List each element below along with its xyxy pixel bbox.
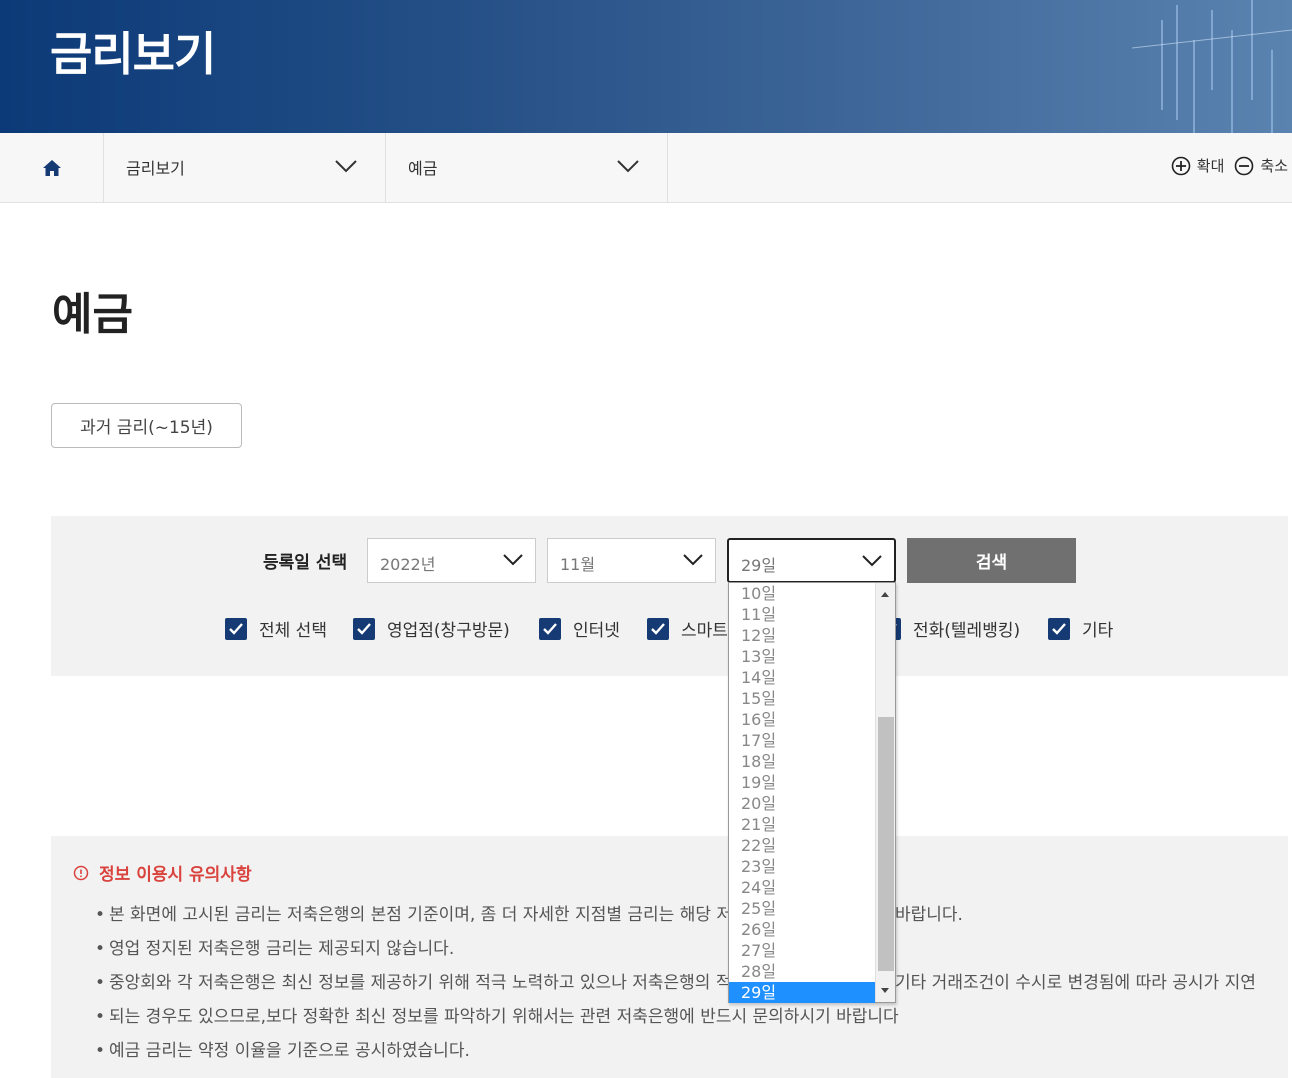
checkbox-checked-icon (353, 617, 375, 640)
day-option[interactable]: 25일 (729, 898, 875, 919)
zoom-out-button[interactable]: 축소 (1234, 155, 1288, 176)
day-option[interactable]: 20일 (729, 793, 875, 814)
checkbox-label: 기타 (1082, 621, 1114, 641)
notice-item-tail: 바랍니다. (895, 905, 963, 925)
checkbox-label: 스마트 (681, 621, 728, 641)
day-option[interactable]: 16일 (729, 709, 875, 730)
day-option[interactable]: 24일 (729, 877, 875, 898)
day-option[interactable]: 17일 (729, 730, 875, 751)
checkbox-internet[interactable]: 인터넷 (539, 616, 620, 641)
month-select-value: 11월 (560, 555, 596, 574)
zoom-tools: 확대 축소 (1161, 155, 1288, 176)
home-button[interactable] (0, 133, 104, 202)
past-rates-button[interactable]: 과거 금리(~15년) (51, 403, 242, 448)
chevron-down-icon (862, 555, 882, 567)
zoom-in-button[interactable]: 확대 (1171, 155, 1225, 176)
scroll-down-icon[interactable] (881, 988, 889, 993)
day-option[interactable]: 11일 (729, 604, 875, 625)
notice-title: 정보 이용시 유의사항 (73, 860, 252, 885)
checkbox-branch[interactable]: 영업점(창구방문) (353, 616, 510, 641)
checkbox-checked-icon (225, 617, 247, 640)
day-options: 10일 11일 12일 13일 14일 15일 16일 17일 18일 19일 … (729, 583, 875, 1003)
day-option[interactable]: 18일 (729, 751, 875, 772)
day-option[interactable]: 10일 (729, 583, 875, 604)
day-select-value: 29일 (741, 556, 777, 575)
chevron-down-icon (617, 160, 639, 173)
day-option[interactable]: 27일 (729, 940, 875, 961)
zoom-out-label: 축소 (1260, 157, 1288, 175)
nav-menu-deposit[interactable]: 예금 (386, 133, 668, 202)
plus-circle-icon (1171, 156, 1191, 175)
info-icon (73, 865, 89, 880)
dropdown-scrollbar[interactable] (875, 583, 895, 1002)
banner-title: 금리보기 (50, 27, 216, 81)
day-select[interactable]: 29일 (727, 538, 896, 583)
chart-decoration-icon (1132, 0, 1292, 133)
page-title: 예금 (52, 289, 133, 340)
day-option[interactable]: 14일 (729, 667, 875, 688)
checkbox-all[interactable]: 전체 선택 (225, 616, 327, 641)
search-panel: 등록일 선택 2022년 11월 29일 검색 전체 선택 영업점(창구방문) … (51, 516, 1288, 676)
notice-item-continued: 되는 경우도 있으므로,보다 정확한 최신 정보를 파악하기 위해서는 관련 저… (95, 1000, 1265, 1034)
chevron-down-icon (503, 554, 523, 566)
chevron-down-icon (683, 554, 703, 566)
chevron-down-icon (335, 160, 357, 173)
checkbox-checked-icon (539, 617, 561, 640)
minus-circle-icon (1235, 156, 1254, 175)
breadcrumb-nav: 금리보기 예금 확대 축소 (0, 133, 1292, 203)
checkbox-checked-icon (1048, 617, 1070, 640)
home-icon (42, 159, 61, 176)
day-option[interactable]: 13일 (729, 646, 875, 667)
day-option-selected[interactable]: 29일 (729, 982, 875, 1003)
scroll-up-icon[interactable] (881, 592, 889, 597)
checkbox-label: 전체 선택 (259, 621, 327, 641)
notice-item: 예금 금리는 약정 이율을 기준으로 공시하였습니다. (95, 1034, 1265, 1068)
notice-item: 본 화면에 고시된 금리는 저축은행의 본점 기준이며, 좀 더 자세한 지점별… (95, 898, 1265, 932)
checkbox-label: 전화(텔레뱅킹) (913, 621, 1021, 641)
day-dropdown-list[interactable]: 10일 11일 12일 13일 14일 15일 16일 17일 18일 19일 … (728, 582, 896, 1003)
checkbox-label: 인터넷 (573, 621, 620, 641)
checkbox-phone[interactable]: 전화(텔레뱅킹) (879, 616, 1020, 641)
day-option[interactable]: 26일 (729, 919, 875, 940)
nav-menu-deposit-label: 예금 (408, 159, 438, 178)
day-option[interactable]: 28일 (729, 961, 875, 982)
notice-item: 영업 정지된 저축은행 금리는 제공되지 않습니다. (95, 932, 1265, 966)
nav-menu-rates[interactable]: 금리보기 (104, 133, 386, 202)
day-option[interactable]: 15일 (729, 688, 875, 709)
notice-panel: 정보 이용시 유의사항 본 화면에 고시된 금리는 저축은행의 본점 기준이며,… (51, 836, 1288, 1078)
registration-date-label: 등록일 선택 (263, 553, 348, 573)
day-option[interactable]: 22일 (729, 835, 875, 856)
zoom-in-label: 확대 (1196, 157, 1225, 175)
year-select-value: 2022년 (380, 555, 436, 574)
checkbox-label: 영업점(창구방문) (387, 621, 510, 641)
day-option[interactable]: 23일 (729, 856, 875, 877)
month-select[interactable]: 11월 (547, 538, 716, 583)
notice-item-tail: 기타 거래조건이 수시로 변경됨에 따라 공시가 지연 (895, 973, 1256, 993)
checkbox-smart[interactable]: 스마트 (647, 616, 728, 641)
notice-list: 본 화면에 고시된 금리는 저축은행의 본점 기준이며, 좀 더 자세한 지점별… (95, 898, 1265, 1068)
year-select[interactable]: 2022년 (367, 538, 536, 583)
day-option[interactable]: 19일 (729, 772, 875, 793)
search-button[interactable]: 검색 (907, 538, 1076, 583)
day-option[interactable]: 12일 (729, 625, 875, 646)
notice-item: 중앙회와 각 저축은행은 최신 정보를 제공하기 위해 적극 노력하고 있으나 … (95, 966, 1265, 1000)
header-banner: 금리보기 (0, 0, 1292, 133)
notice-title-text: 정보 이용시 유의사항 (99, 865, 252, 885)
day-option[interactable]: 21일 (729, 814, 875, 835)
scrollbar-thumb[interactable] (878, 717, 894, 971)
nav-menu-rates-label: 금리보기 (126, 159, 185, 178)
checkbox-checked-icon (647, 617, 669, 640)
checkbox-etc[interactable]: 기타 (1048, 616, 1113, 641)
